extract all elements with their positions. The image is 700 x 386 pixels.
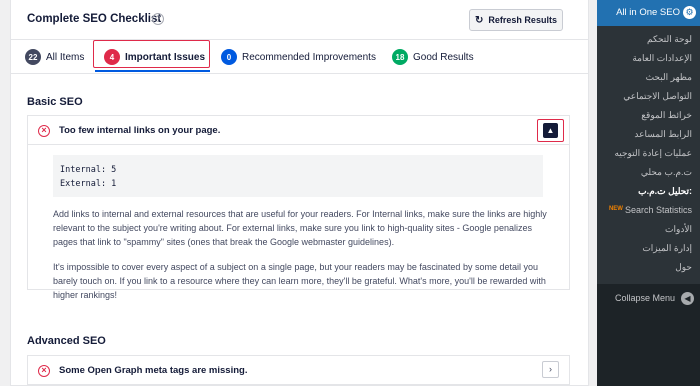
sidebar-item-search-statistics[interactable]: NEW Search Statistics bbox=[609, 205, 692, 215]
sidebar-item-sitemaps[interactable]: خرائط الموقع bbox=[641, 110, 692, 121]
sidebar-item-feature-manager[interactable]: إدارة الميزات bbox=[642, 243, 692, 254]
sidebar-item-dashboard[interactable]: لوحة التحكم bbox=[647, 34, 692, 45]
tab-count-badge: 4 bbox=[104, 49, 120, 65]
seo-checklist-card: Complete SEO Checklist ? ↻ Refresh Resul… bbox=[10, 0, 589, 386]
sidebar-item-tools[interactable]: الأدوات bbox=[665, 224, 692, 235]
error-x-icon: × bbox=[38, 365, 50, 377]
sidebar-item-all-in-one-seo[interactable]: All in One SEO ⚙ bbox=[591, 0, 700, 26]
refresh-results-button[interactable]: ↻ Refresh Results bbox=[469, 9, 563, 31]
help-icon[interactable]: ? bbox=[152, 13, 164, 25]
sidebar-item-link-assistant[interactable]: الرابط المساعد bbox=[634, 129, 692, 140]
tab-important-issues[interactable]: 4 Important Issues bbox=[93, 40, 210, 74]
sidebar-item-label: Search Statistics bbox=[624, 205, 692, 215]
description-paragraph: Add links to internal and external resou… bbox=[53, 209, 547, 247]
sidebar-item-redirects[interactable]: عمليات إعادة التوجيه bbox=[614, 148, 692, 159]
active-tab-indicator bbox=[95, 70, 210, 72]
section-title-basic-seo: Basic SEO bbox=[27, 96, 83, 108]
tab-count-badge: 0 bbox=[221, 49, 237, 65]
tab-label: Important Issues bbox=[125, 51, 206, 63]
section-title-advanced-seo: Advanced SEO bbox=[27, 335, 106, 347]
card-header: Complete SEO Checklist ? ↻ Refresh Resul… bbox=[11, 0, 588, 40]
sidebar-item-social-networks[interactable]: التواصل الاجتماعي bbox=[623, 91, 692, 102]
tab-label: Good Results bbox=[413, 51, 474, 63]
checklist-item-internal-links[interactable]: × Too few internal links on your page. ▲ bbox=[27, 115, 570, 145]
refresh-icon: ↻ bbox=[475, 14, 484, 26]
item-details: Internal: 5 External: 1 Add links to int… bbox=[27, 145, 570, 300]
collapse-menu-label: Collapse Menu bbox=[614, 293, 675, 303]
sidebar-item-about[interactable]: حول bbox=[675, 262, 692, 273]
tab-label: All Items bbox=[46, 51, 85, 63]
current-menu-arrow bbox=[591, 7, 597, 19]
tab-count-badge: 22 bbox=[25, 49, 41, 65]
expand-chevron-right-icon[interactable]: › bbox=[542, 361, 559, 378]
refresh-results-label: Refresh Results bbox=[488, 15, 557, 25]
external-links-count: External: 1 bbox=[60, 179, 117, 189]
new-badge: NEW bbox=[608, 206, 623, 212]
link-count-code-block: Internal: 5 External: 1 bbox=[53, 155, 543, 197]
tab-recommended-improvements[interactable]: 0 Recommended Improvements bbox=[221, 40, 376, 74]
main-panel: Complete SEO Checklist ? ↻ Refresh Resul… bbox=[0, 0, 597, 386]
tab-count-badge: 18 bbox=[392, 49, 408, 65]
item-title: Too few internal links on your page. bbox=[59, 125, 221, 136]
internal-links-count: Internal: 5 bbox=[60, 165, 117, 175]
wp-admin-sidebar: All in One SEO ⚙ لوحة التحكم الإعدادات ا… bbox=[591, 0, 700, 386]
error-x-icon: × bbox=[38, 125, 50, 137]
sidebar-top-label: All in One SEO bbox=[616, 7, 680, 18]
sidebar-item-search-appearance[interactable]: مظهر البحث bbox=[646, 72, 692, 83]
collapse-chevron-up-icon[interactable]: ▲ bbox=[543, 123, 558, 138]
tab-label: Recommended Improvements bbox=[242, 51, 376, 63]
checklist-item-open-graph[interactable]: × Some Open Graph meta tags are missing.… bbox=[27, 355, 570, 385]
aioseo-gear-icon: ⚙ bbox=[683, 6, 696, 19]
sidebar-submenu: لوحة التحكم الإعدادات العامة مظهر البحث … bbox=[597, 26, 700, 284]
sidebar-item-local-seo[interactable]: ت.م.ب محلي bbox=[641, 167, 692, 178]
tab-all-items[interactable]: 22 All Items bbox=[25, 40, 84, 74]
item-title: Some Open Graph meta tags are missing. bbox=[59, 365, 248, 376]
page-title: Complete SEO Checklist bbox=[27, 13, 162, 25]
collapse-menu-button[interactable]: Collapse Menu ◀ bbox=[597, 284, 700, 312]
description-paragraph: It's impossible to cover every aspect of… bbox=[53, 262, 546, 300]
sidebar-item-general-settings[interactable]: الإعدادات العامة bbox=[632, 53, 692, 64]
sidebar-item-seo-analysis[interactable]: تحليل ت.م.ب: bbox=[638, 186, 692, 197]
results-tabs: 22 All Items 4 Important Issues 0 Recomm… bbox=[11, 40, 588, 74]
collapse-arrow-icon: ◀ bbox=[681, 291, 694, 305]
tab-good-results[interactable]: 18 Good Results bbox=[392, 40, 474, 74]
